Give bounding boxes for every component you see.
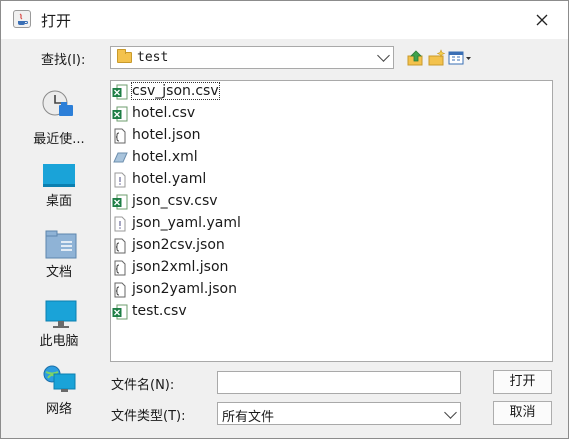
create-new-folder-icon[interactable]	[428, 49, 446, 67]
excel-icon	[112, 194, 128, 210]
place-label: 桌面	[45, 194, 72, 209]
excel-icon	[112, 106, 128, 122]
file-name-input[interactable]	[217, 371, 461, 394]
xml-file-icon	[112, 150, 128, 166]
json-file-icon	[112, 260, 128, 276]
chevron-down-icon	[444, 406, 457, 419]
json-file-icon	[112, 238, 128, 254]
place-desktop[interactable]: 桌面	[15, 161, 103, 227]
window-title: 打开	[41, 12, 72, 30]
documents-icon	[44, 230, 78, 264]
recent-items-icon	[41, 88, 75, 122]
place-label: 此电脑	[39, 334, 79, 349]
chevron-down-icon	[377, 49, 390, 62]
places-bar: 最近使... 桌面 文档 此电脑 网络	[15, 80, 103, 431]
excel-icon	[112, 304, 128, 320]
file-type-value: 所有文件	[222, 410, 275, 425]
place-label: 文档	[45, 265, 72, 280]
file-type-select[interactable]: 所有文件	[217, 402, 461, 425]
look-in-value: test	[137, 50, 169, 65]
look-in-combo[interactable]: test	[110, 46, 394, 69]
place-network[interactable]: 网络	[15, 365, 103, 431]
view-menu-icon[interactable]	[448, 49, 474, 67]
open-button[interactable]: 打开	[493, 370, 552, 394]
computer-icon	[44, 300, 78, 334]
file-name: hotel.xml	[132, 149, 198, 165]
file-name: json_yaml.yaml	[132, 215, 241, 231]
place-label: 最近使...	[33, 132, 85, 147]
json-file-icon	[112, 282, 128, 298]
look-in-label: 查找(I):	[41, 53, 86, 68]
json-file-icon	[112, 128, 128, 144]
file-list[interactable]: csv_json.csv hotel.csv hotel.json hotel.xml…	[110, 80, 553, 362]
file-type-label: 文件类型(T):	[111, 409, 186, 424]
place-documents[interactable]: 文档	[15, 230, 103, 296]
file-name: csv_json.csv	[131, 82, 220, 100]
yaml-file-icon	[112, 172, 128, 188]
place-computer[interactable]: 此电脑	[15, 299, 103, 365]
java-app-icon	[13, 10, 31, 28]
file-name: json2yaml.json	[132, 281, 237, 297]
title-bar[interactable]: 打开	[1, 1, 568, 39]
excel-icon	[112, 84, 128, 100]
file-name: hotel.json	[132, 127, 201, 143]
file-name: hotel.yaml	[132, 171, 207, 187]
place-recent[interactable]: 最近使...	[15, 88, 103, 154]
yaml-file-icon	[112, 216, 128, 232]
network-icon	[42, 365, 76, 399]
file-name: json2csv.json	[132, 237, 225, 253]
dialog-body: 查找(I): test 最近使... 桌面 文档 此电脑 网络 csv_json…	[1, 39, 568, 438]
place-label: 网络	[45, 402, 72, 417]
file-name: json_csv.csv	[132, 193, 218, 209]
file-name: test.csv	[132, 303, 187, 319]
folder-icon	[117, 49, 132, 63]
open-file-dialog: 打开 查找(I): test 最近使... 桌面 文档 此电脑 网络 csv_j…	[0, 0, 569, 439]
file-name: json2xml.json	[132, 259, 229, 275]
cancel-button[interactable]: 取消	[493, 401, 552, 425]
file-name-label: 文件名(N):	[111, 378, 175, 393]
file-name: hotel.csv	[132, 105, 196, 121]
close-icon[interactable]	[527, 7, 557, 33]
up-one-level-icon[interactable]	[407, 49, 425, 67]
